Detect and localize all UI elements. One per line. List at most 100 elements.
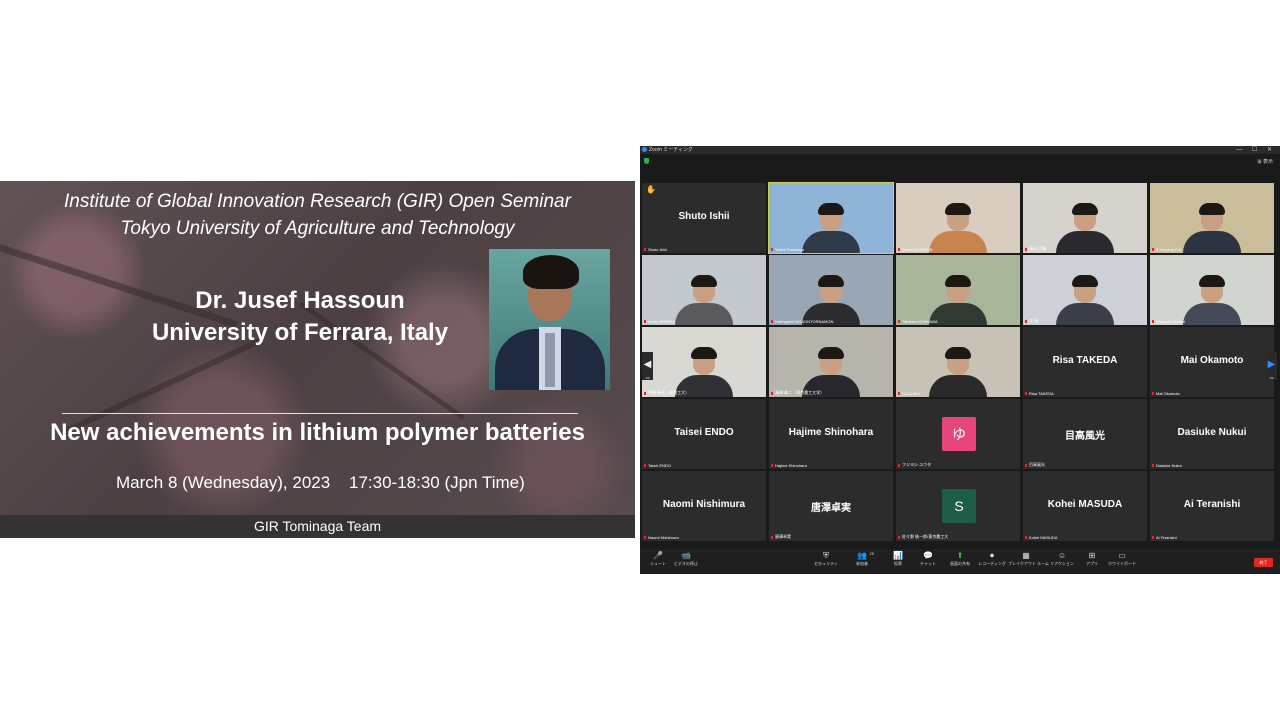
slide-title-line2: Tokyo University of Agriculture and Tech…: [120, 218, 515, 239]
muted-mic-icon: [1025, 536, 1027, 539]
chat-button[interactable]: 💬 チャット: [910, 551, 946, 567]
participants-icon: 👥: [857, 551, 867, 560]
participant-tile[interactable]: Ai Teranishi Ai Teranishi: [1150, 471, 1274, 541]
participant-tile[interactable]: Hideyuki Omichi: [1150, 255, 1274, 325]
participant-name: 唐澤卓実: [811, 503, 851, 514]
zoom-meeting-window: Zoom ミーティング — ☐ ✕ ⊞ 表示 Shuto Ishii ✋ Shuto…: [640, 146, 1280, 574]
participant-label: Kohei MASUDA: [1029, 535, 1058, 540]
muted-mic-icon: [771, 392, 773, 395]
participant-label: Mai Okamoto: [1156, 391, 1180, 396]
participant-label: 中野 春花（東農工大）: [648, 390, 690, 395]
participant-tile[interactable]: Naomi Nishimura Naomi Nishimura: [642, 471, 766, 541]
slide-divider: [62, 413, 578, 414]
next-page-button[interactable]: ▶ 1/2: [1266, 352, 1277, 380]
participant-tile[interactable]: Kohei MASUDA Kohei MASUDA: [1023, 471, 1147, 541]
participant-tile[interactable]: Yoichi Tominaga: [768, 182, 894, 254]
participant-video-body: [1183, 303, 1241, 325]
participant-label: Ai Teranishi: [1156, 535, 1177, 540]
participant-avatar: ゆ: [942, 417, 976, 451]
page-indicator: 1/2: [645, 376, 650, 380]
participant-tile[interactable]: S 佐々野 純一郎/東京農工大: [896, 471, 1020, 541]
participant-tile[interactable]: Takahiro ICHIKAWA: [896, 255, 1020, 325]
whiteboard-button[interactable]: ▭ ホワイトボード: [1104, 551, 1140, 567]
participant-label: Yoichi Tominaga: [775, 247, 804, 252]
participant-name: Taisei ENDO: [674, 427, 734, 438]
chevron-left-icon: ◀: [643, 359, 652, 370]
participant-label: 篠田 大輝: [1029, 246, 1047, 251]
participant-video-body: [802, 231, 860, 253]
view-button[interactable]: ⊞ 表示: [1257, 158, 1273, 165]
participant-tile[interactable]: Zhenyang Cui: [1150, 183, 1274, 253]
participant-tile[interactable]: 藤橋 義二（東京農工大学）: [769, 327, 893, 397]
toolbar-label: ブレイクアウト ルーム: [1008, 561, 1049, 566]
participant-label: 渡 瑞: [1029, 318, 1039, 323]
participant-tile[interactable]: 目高風光 目高風光: [1023, 399, 1147, 469]
muted-mic-icon: [644, 464, 646, 467]
breakout-rooms-button[interactable]: ▦ ブレイクアウト ルーム: [1008, 551, 1049, 567]
participant-tile[interactable]: 中野 春花（東農工大）: [642, 327, 766, 397]
participant-tile[interactable]: Kento KIMURA: [642, 255, 766, 325]
share-screen-icon: ⬆: [956, 551, 964, 560]
muted-mic-icon: [771, 464, 773, 467]
stop-video-button[interactable]: 📹 ビデオの停止: [668, 551, 704, 567]
participant-label: Hideyuki Omichi: [1156, 319, 1185, 324]
muted-mic-icon: [644, 248, 646, 251]
participant-tile[interactable]: 篠田 大輝: [1023, 183, 1147, 253]
raised-hand-icon: ✋: [646, 185, 656, 194]
participant-tile[interactable]: Taisei ENDO Taisei ENDO: [642, 399, 766, 469]
security-button[interactable]: ⛨ セキュリティ: [808, 551, 844, 567]
participant-video-hair: [818, 203, 844, 215]
chevron-right-icon: ▶: [1267, 359, 1276, 370]
muted-mic-icon: [1152, 464, 1154, 467]
participant-tile[interactable]: ゆフジヨシ ユウタ: [896, 399, 1020, 469]
record-button[interactable]: ⏺ レコーディング: [974, 551, 1010, 567]
participant-video-body: [929, 231, 987, 253]
participant-tile[interactable]: Hajime Shinohara Hajime Shinohara: [769, 399, 893, 469]
participants-count: 25: [869, 551, 874, 556]
page-indicator: 1/2: [1269, 376, 1274, 380]
participants-button[interactable]: 👥 参加者 25: [844, 551, 880, 567]
participant-tile[interactable]: 唐澤卓実 唐澤卓実: [769, 471, 893, 541]
participant-video-hair: [1199, 203, 1225, 215]
zoom-logo-icon: [642, 147, 647, 152]
participant-video-hair: [1072, 275, 1098, 287]
security-shield-icon[interactable]: [644, 158, 649, 164]
participant-label: Taisei ENDO: [648, 463, 671, 468]
participant-tile[interactable]: Ya-Ci Kim: [896, 327, 1020, 397]
toolbar-label: 参加者: [856, 561, 868, 566]
participant-label: Dasiuke Nukui: [1156, 463, 1182, 468]
participant-video-hair: [818, 275, 844, 287]
participant-label: Risa TAKEDA: [1029, 391, 1054, 396]
window-controls[interactable]: — ☐ ✕: [1236, 146, 1276, 154]
participant-label: Jusef HASSOUN: [902, 247, 933, 252]
participant-tile[interactable]: Mai Okamoto Mai Okamoto: [1150, 327, 1274, 397]
participant-tile[interactable]: Jusef HASSOUN: [896, 183, 1020, 253]
muted-mic-icon: [771, 248, 773, 251]
participant-video-body: [1183, 231, 1241, 253]
toolbar-label: チャット: [920, 561, 936, 566]
participant-name: Ai Teranishi: [1183, 499, 1241, 510]
participant-label: Natthaphol NGAONTORNAMON: [775, 319, 834, 324]
share-screen-button[interactable]: ⬆ 画面の共有: [942, 551, 978, 567]
participant-tile[interactable]: Risa TAKEDA Risa TAKEDA: [1023, 327, 1147, 397]
participant-label: Ya-Ci Kim: [902, 391, 920, 396]
participant-name: Hajime Shinohara: [788, 427, 874, 438]
participant-name: Mai Okamoto: [1180, 355, 1244, 366]
leave-button[interactable]: 終了: [1254, 558, 1273, 567]
muted-mic-icon: [1025, 392, 1027, 395]
participant-tile[interactable]: 渡 瑞: [1023, 255, 1147, 325]
participant-name: Naomi Nishimura: [662, 499, 746, 510]
participant-label: Naomi Nishimura: [648, 535, 679, 540]
security-icon: ⛨: [823, 551, 829, 560]
participant-video-body: [1056, 231, 1114, 253]
speaker-photo: [489, 249, 610, 390]
participant-tile[interactable]: Natthaphol NGAONTORNAMON: [769, 255, 893, 325]
previous-page-button[interactable]: ◀ 1/2: [642, 352, 653, 380]
participant-tile[interactable]: Dasiuke Nukui Dasiuke Nukui: [1150, 399, 1274, 469]
participant-video-hair: [691, 275, 717, 287]
participant-tile[interactable]: Shuto Ishii ✋ Shuto Ishii: [642, 183, 766, 253]
participant-label: フジヨシ ユウタ: [902, 462, 932, 467]
muted-mic-icon: [1025, 248, 1027, 251]
muted-mic-icon: [771, 320, 773, 323]
participant-avatar: S: [942, 489, 976, 523]
